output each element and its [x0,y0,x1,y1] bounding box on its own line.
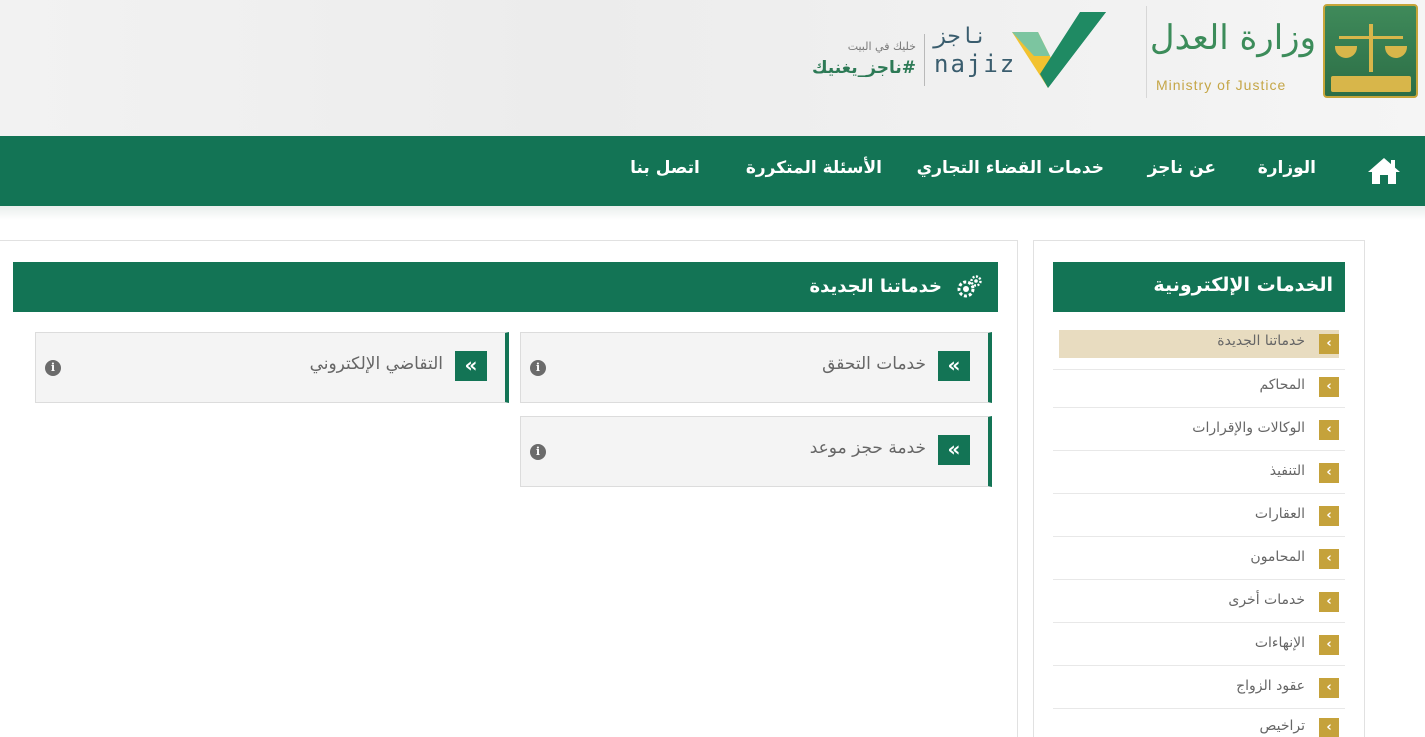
slogan-hashtag: #ناجز_يغنيك [811,58,916,78]
sidebar-item-label: المحاكم [1259,377,1305,393]
sidebar-item-label: الوكالات والإقرارات [1192,420,1305,436]
double-chevron-left-icon[interactable]: « [455,351,487,381]
sidebar-item-agencies[interactable]: ‹ الوكالات والإقرارات [1053,409,1345,451]
najiz-separator [924,34,925,86]
home-icon[interactable] [1367,156,1401,186]
chevron-left-icon: ‹ [1319,718,1339,737]
chevron-left-icon: ‹ [1319,377,1339,397]
service-card-label: خدمة حجز موعد [809,438,926,458]
info-icon[interactable]: i [45,360,61,376]
service-card-appointment-booking[interactable]: « خدمة حجز موعد i [520,416,992,487]
nav-item-about-najiz[interactable]: عن ناجز [1148,158,1216,184]
chevron-left-icon: ‹ [1319,549,1339,569]
site-header: وزارة العدل Ministry of Justice ناجز naj… [0,0,1425,136]
ministry-name-arabic: وزارة العدل [1149,18,1316,58]
main-navigation: الوزارة عن ناجز خدمات القضاء التجاري الأ… [0,136,1425,206]
main-section-title: خدماتنا الجديدة [809,276,943,297]
ministry-name-english: Ministry of Justice [1156,77,1287,93]
chevron-left-icon: ‹ [1319,506,1339,526]
chevron-left-icon: ‹ [1319,635,1339,655]
chevron-left-icon: ‹ [1319,463,1339,483]
sidebar-item-enforcement[interactable]: ‹ التنفيذ [1053,452,1345,494]
sidebar-item-new-services[interactable]: ‹ خدماتنا الجديدة [1053,328,1345,370]
service-card-label: التقاضي الإلكتروني [309,354,443,374]
ministry-emblem-icon[interactable] [1323,4,1418,98]
sidebar-item-label: عقود الزواج [1236,678,1305,694]
main-section-header: خدماتنا الجديدة [13,262,998,312]
sidebar-item-label: الإنهاءات [1254,635,1305,651]
double-chevron-left-icon[interactable]: « [938,351,970,381]
service-card-label: خدمات التحقق [822,354,926,374]
service-card-e-litigation[interactable]: « التقاضي الإلكتروني i [35,332,509,403]
sidebar-item-label: المحامون [1250,549,1305,565]
sidebar-item-lawyers[interactable]: ‹ المحامون [1053,538,1345,580]
info-icon[interactable]: i [530,360,546,376]
service-card-verification[interactable]: « خدمات التحقق i [520,332,992,403]
najiz-logo-arabic: ناجز [934,24,987,49]
sidebar-item-label: خدماتنا الجديدة [1217,333,1305,349]
chevron-left-icon: ‹ [1319,592,1339,612]
sidebar-header: الخدمات الإلكترونية [1053,262,1345,312]
sidebar-item-licenses[interactable]: ‹ تراخيص [1053,708,1345,737]
nav-item-contact-us[interactable]: اتصل بنا [630,158,700,184]
nav-shadow [0,206,1425,220]
sidebar-title: الخدمات الإلكترونية [1153,274,1333,296]
najiz-logo-english: najiz [934,50,1017,78]
info-icon[interactable]: i [530,444,546,460]
nav-item-faq[interactable]: الأسئلة المتكررة [746,158,882,184]
najiz-checkmark-logo-icon[interactable] [1010,12,1106,90]
gears-icon [957,275,982,298]
sidebar-item-real-estate[interactable]: ‹ العقارات [1053,495,1345,537]
slogan-stay-home: خليك في البيت [847,40,916,53]
chevron-left-icon: ‹ [1319,334,1339,354]
sidebar-item-other-services[interactable]: ‹ خدمات أخرى [1053,581,1345,623]
sidebar-item-label: التنفيذ [1269,463,1305,479]
chevron-left-icon: ‹ [1319,678,1339,698]
sidebar-item-label: خدمات أخرى [1228,592,1305,608]
chevron-left-icon: ‹ [1319,420,1339,440]
sidebar-item-label: العقارات [1254,506,1305,522]
nav-item-ministry[interactable]: الوزارة [1258,158,1316,184]
sidebar-item-marriage-contracts[interactable]: ‹ عقود الزواج [1053,667,1345,709]
nav-item-commercial-court-services[interactable]: خدمات القضاء التجاري [917,158,1104,184]
sidebar-item-label: تراخيص [1259,718,1305,734]
header-divider [1146,6,1147,98]
sidebar-item-terminations[interactable]: ‹ الإنهاءات [1053,624,1345,666]
main-content-panel [0,240,1018,737]
double-chevron-left-icon[interactable]: « [938,435,970,465]
sidebar-item-courts[interactable]: ‹ المحاكم [1053,366,1345,408]
